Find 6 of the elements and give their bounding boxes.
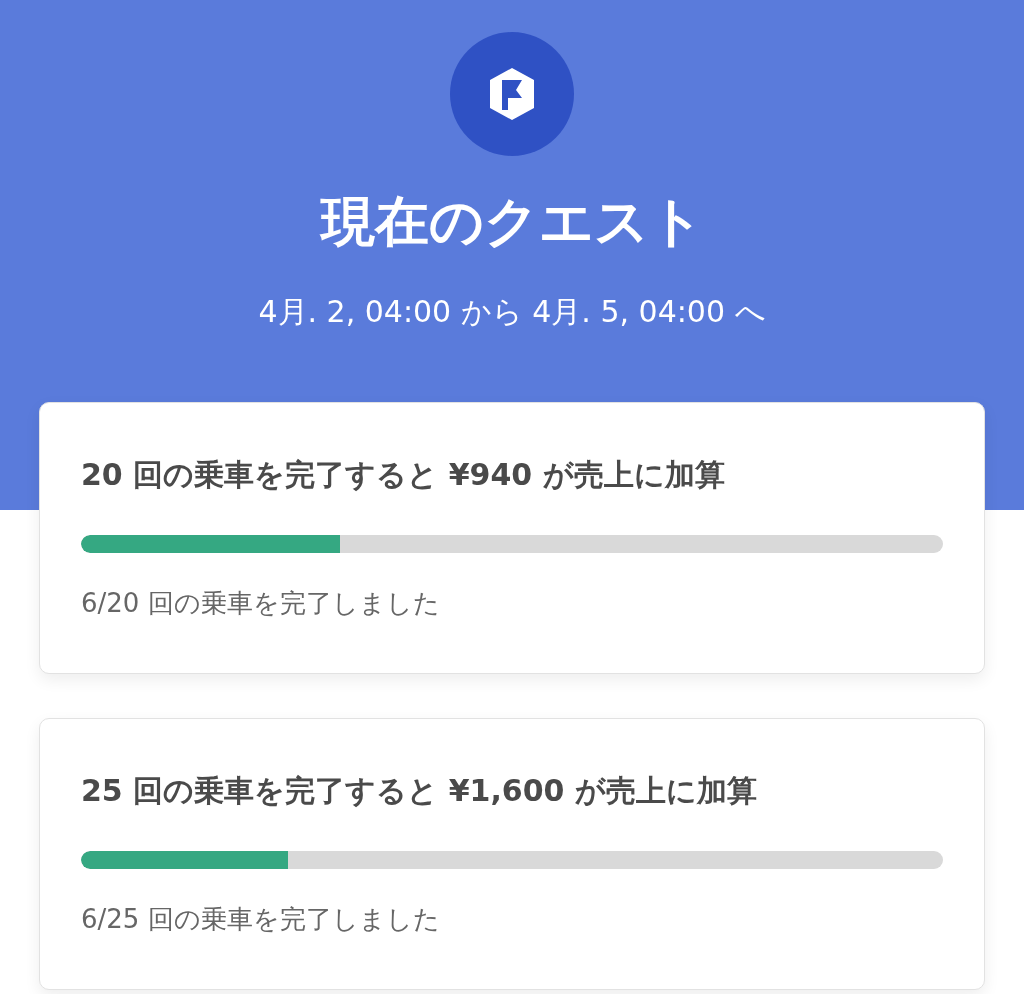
quest-title: 20 回の乗車を完了すると ¥940 が売上に加算 <box>81 456 726 494</box>
progress-text: 6/20 回の乗車を完了しました <box>81 587 441 620</box>
page-title: 現在のクエスト <box>320 190 704 254</box>
quest-title: 25 回の乗車を完了すると ¥1,600 が売上に加算 <box>81 772 758 810</box>
progress-text: 6/25 回の乗車を完了しました <box>81 903 441 936</box>
quest-period: 4月. 2, 04:00 から 4月. 5, 04:00 へ <box>258 293 766 331</box>
